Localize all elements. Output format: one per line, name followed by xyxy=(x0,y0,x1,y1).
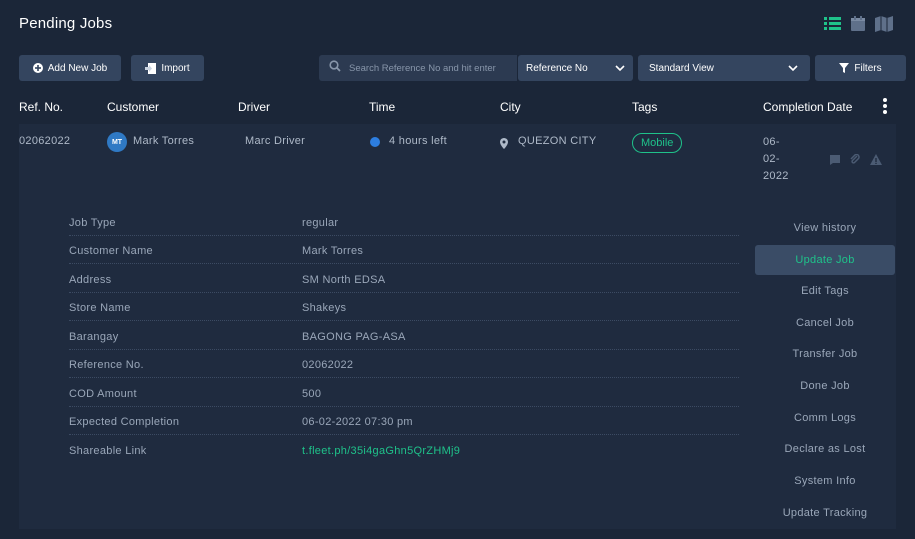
detail-label: Job Type xyxy=(69,217,116,229)
detail-value: 500 xyxy=(302,388,322,400)
row-city: QUEZON CITY xyxy=(518,135,597,147)
chevron-down-icon xyxy=(615,63,625,76)
detail-value: Shakeys xyxy=(302,302,347,314)
date-part: 2022 xyxy=(763,170,789,182)
row-ref-no: 02062022 xyxy=(19,135,71,147)
status-dot-icon xyxy=(370,137,380,147)
calendar-view-icon[interactable] xyxy=(850,16,866,32)
edit-tags-button[interactable]: Edit Tags xyxy=(755,276,895,306)
add-new-job-label: Add New Job xyxy=(47,62,108,74)
detail-value: 02062022 xyxy=(302,359,354,371)
import-label: Import xyxy=(161,62,190,74)
detail-label: Address xyxy=(69,274,112,286)
row-action-icons xyxy=(830,152,882,170)
header-customer[interactable]: Customer xyxy=(107,100,159,114)
cancel-job-button[interactable]: Cancel Job xyxy=(755,308,895,338)
detail-value: regular xyxy=(302,217,339,229)
header-driver[interactable]: Driver xyxy=(238,100,270,114)
tag-badge[interactable]: Mobile xyxy=(632,133,683,153)
detail-label: Barangay xyxy=(69,331,119,343)
date-part: 06- xyxy=(763,136,780,148)
detail-row: Customer Name Mark Torres xyxy=(69,236,739,264)
search-input[interactable] xyxy=(349,62,509,74)
comm-logs-button[interactable]: Comm Logs xyxy=(755,403,895,433)
page-title: Pending Jobs xyxy=(19,15,113,32)
row-customer: Mark Torres xyxy=(133,135,195,147)
detail-label: Reference No. xyxy=(69,359,144,371)
detail-value: SM North EDSA xyxy=(302,274,386,286)
detail-row: COD Amount 500 xyxy=(69,379,739,407)
detail-label: Customer Name xyxy=(69,245,153,257)
row-time-left: 4 hours left xyxy=(389,135,448,147)
location-pin-icon xyxy=(500,136,508,154)
detail-label: Shareable Link xyxy=(69,445,147,457)
shareable-link[interactable]: t.fleet.ph/35i4gaGhn5QrZHMj9 xyxy=(302,445,460,457)
notes-icon[interactable] xyxy=(830,152,840,170)
import-icon xyxy=(145,62,157,74)
update-job-button[interactable]: Update Job xyxy=(755,245,895,275)
warning-icon[interactable] xyxy=(870,152,882,170)
view-history-button[interactable]: View history xyxy=(755,213,895,243)
column-options-icon[interactable] xyxy=(881,97,889,120)
map-view-icon[interactable] xyxy=(875,16,893,32)
detail-row: Job Type regular xyxy=(69,208,739,236)
chevron-down-icon xyxy=(788,63,798,76)
detail-row: Expected Completion 06-02-2022 07:30 pm xyxy=(69,407,739,435)
header-tags[interactable]: Tags xyxy=(632,100,657,114)
table-row[interactable]: 02062022 MT Mark Torres Marc Driver 4 ho… xyxy=(19,124,896,184)
detail-label: Expected Completion xyxy=(69,416,180,428)
filters-label: Filters xyxy=(854,62,882,74)
search-icon xyxy=(319,59,341,77)
detail-value: BAGONG PAG-ASA xyxy=(302,331,406,343)
date-part: 02- xyxy=(763,153,780,165)
detail-value: 06-02-2022 07:30 pm xyxy=(302,416,413,428)
detail-row: Barangay BAGONG PAG-ASA xyxy=(69,322,739,350)
declare-as-lost-button[interactable]: Declare as Lost xyxy=(755,434,895,464)
attachment-icon[interactable] xyxy=(850,152,860,170)
header-city[interactable]: City xyxy=(500,100,521,114)
update-tracking-button[interactable]: Update Tracking xyxy=(755,498,895,528)
header-time[interactable]: Time xyxy=(369,100,395,114)
transfer-job-button[interactable]: Transfer Job xyxy=(755,339,895,369)
detail-label: Store Name xyxy=(69,302,131,314)
view-select-value: Standard View xyxy=(649,62,714,74)
row-completion-date: 06- 02- 2022 xyxy=(763,134,789,185)
search-bar xyxy=(319,55,517,81)
plus-circle-icon xyxy=(32,63,43,73)
import-button[interactable]: Import xyxy=(131,55,204,81)
job-detail-panel: Job Type regular Customer Name Mark Torr… xyxy=(19,184,896,529)
system-info-button[interactable]: System Info xyxy=(755,466,895,496)
header-completion-date[interactable]: Completion Date xyxy=(763,100,852,114)
detail-row: Reference No. 02062022 xyxy=(69,350,739,378)
detail-value: Mark Torres xyxy=(302,245,364,257)
detail-row: Store Name Shakeys xyxy=(69,293,739,321)
search-field-select[interactable]: Reference No xyxy=(518,55,633,81)
detail-row: Shareable Link t.fleet.ph/35i4gaGhn5QrZH… xyxy=(69,436,739,464)
search-field-select-value: Reference No xyxy=(526,62,588,74)
detail-row: Address SM North EDSA xyxy=(69,265,739,293)
filters-button[interactable]: Filters xyxy=(815,55,906,81)
view-toggle-group xyxy=(824,16,893,32)
avatar: MT xyxy=(107,132,127,152)
add-new-job-button[interactable]: Add New Job xyxy=(19,55,121,81)
view-select[interactable]: Standard View xyxy=(638,55,810,81)
list-view-icon[interactable] xyxy=(824,16,841,32)
table-header: Ref. No. Customer Driver Time City Tags … xyxy=(0,100,915,116)
done-job-button[interactable]: Done Job xyxy=(755,371,895,401)
row-driver: Marc Driver xyxy=(245,135,306,147)
filter-icon xyxy=(839,63,850,73)
header-ref-no[interactable]: Ref. No. xyxy=(19,100,63,114)
detail-label: COD Amount xyxy=(69,388,137,400)
